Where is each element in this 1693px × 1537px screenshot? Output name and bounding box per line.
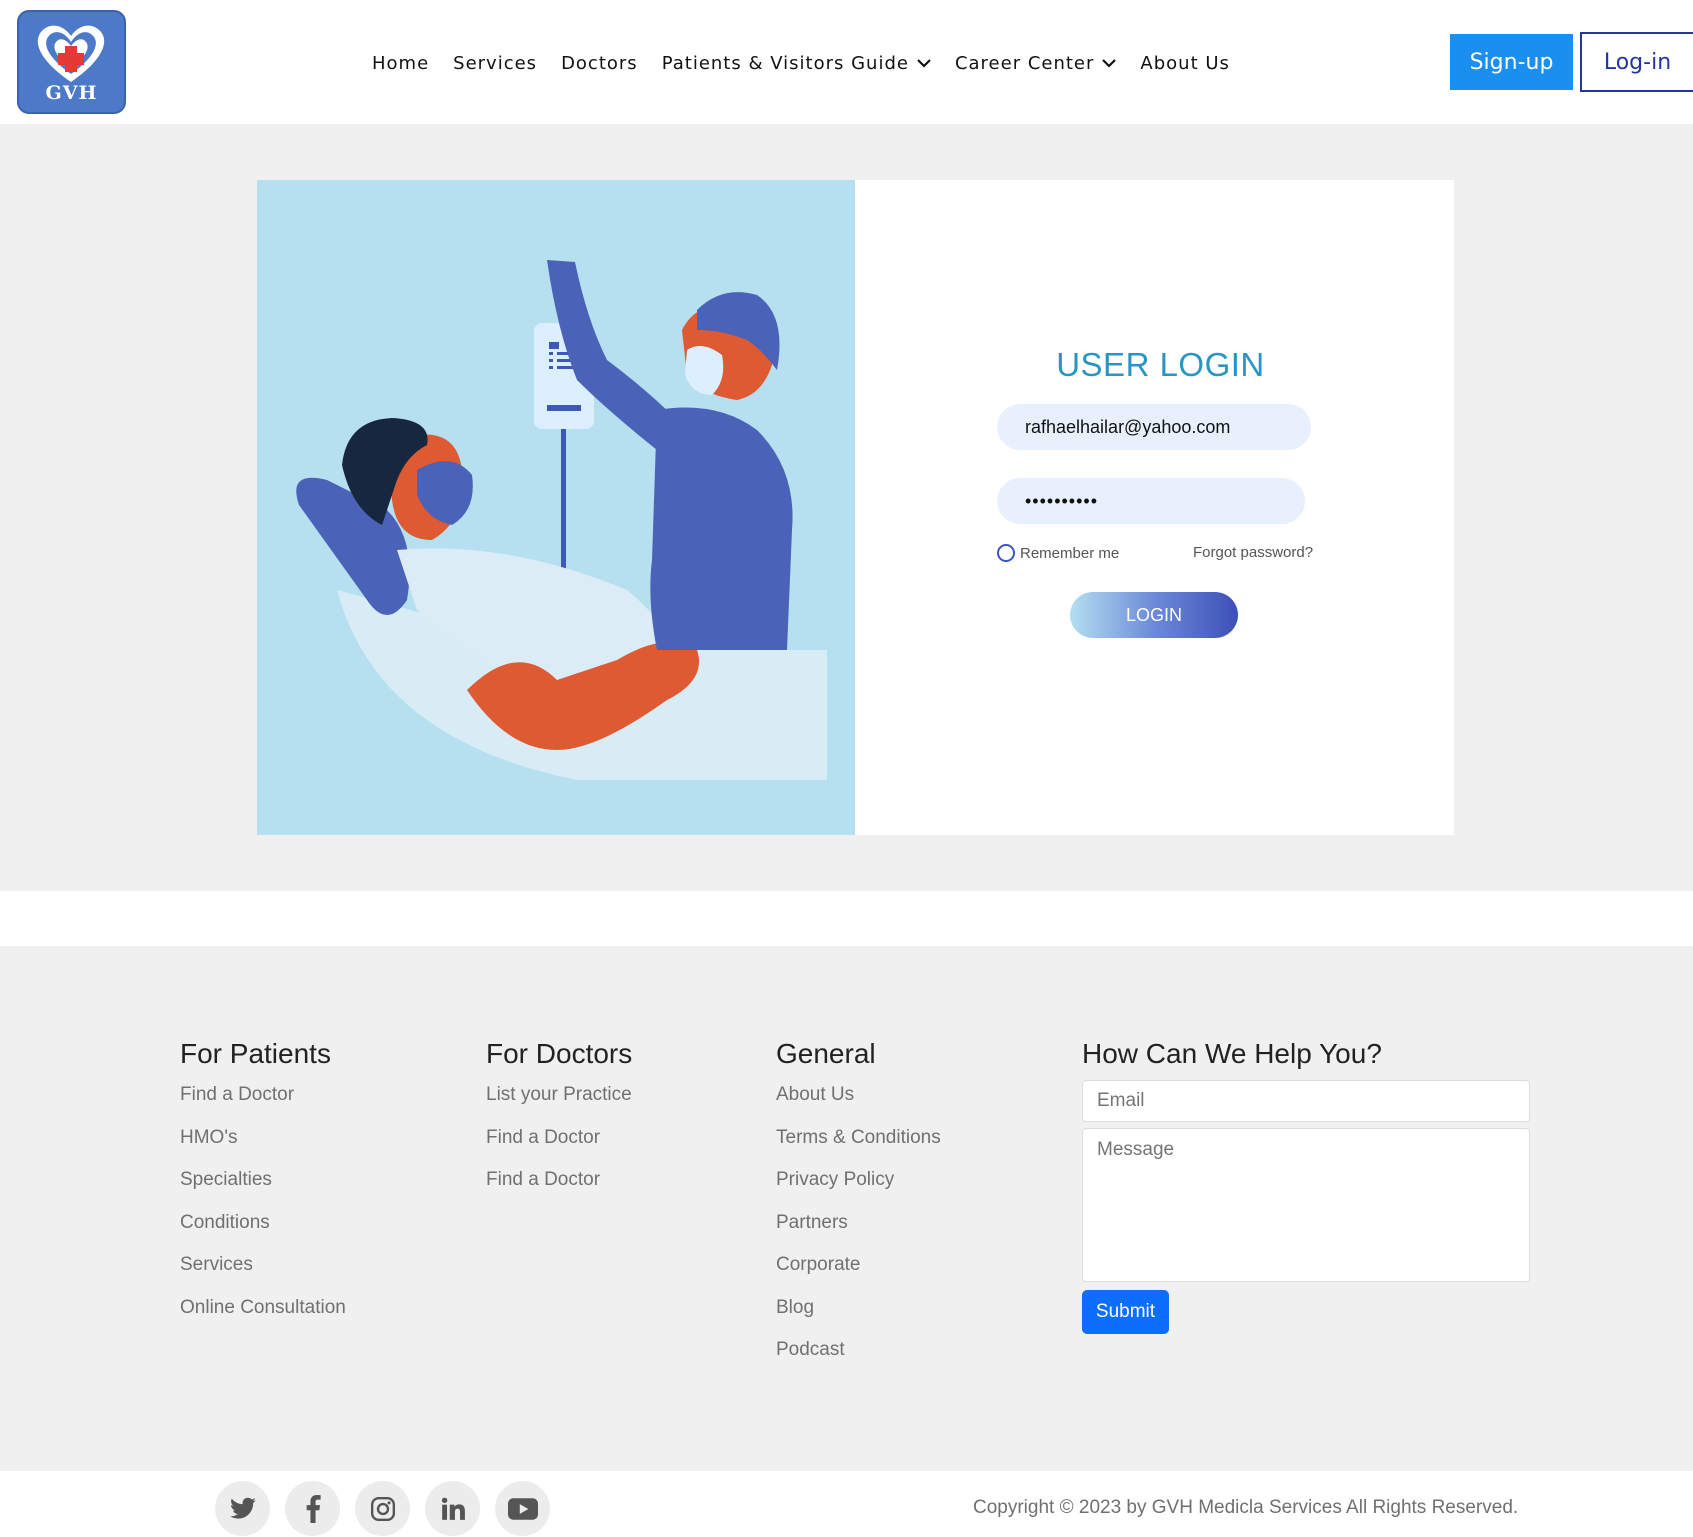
login-button[interactable]: LOGIN [1070,592,1238,638]
footer-link[interactable]: List your Practice [486,1084,632,1127]
nav-label: Home [372,52,430,74]
copyright-text: Copyright © 2023 by GVH Medicla Services… [973,1497,1519,1518]
footer-link[interactable]: Find a Doctor [180,1084,346,1127]
footer-general: General About Us Terms & Conditions Priv… [776,1038,941,1382]
footer-for-patients: For Patients Find a Doctor HMO's Special… [180,1038,346,1339]
nav-home[interactable]: Home [372,53,429,74]
footer-link[interactable]: Find a Doctor [486,1127,632,1170]
footer-link[interactable]: Partners [776,1212,941,1255]
footer-link[interactable]: About Us [776,1084,941,1127]
nav-label: Doctors [561,52,638,74]
nav-label: Services [453,52,538,74]
login-nav-button[interactable]: Log-in [1580,32,1693,92]
chevron-down-icon [917,59,931,68]
nav-label: Patients & Visitors Guide [661,52,909,74]
footer-link[interactable]: Find a Doctor [486,1169,632,1212]
footer-link[interactable]: Services [180,1254,346,1297]
doctor-patient-illustration [257,180,855,835]
site-header: GVH Home Services Doctors Patients & Vis… [0,0,1693,124]
remember-me-label: Remember me [1020,544,1120,562]
nav-career-center[interactable]: Career Center [954,52,1117,74]
footer-link[interactable]: HMO's [180,1127,346,1170]
footer-for-doctors: For Doctors List your Practice Find a Do… [486,1038,632,1212]
nav-doctors[interactable]: Doctors [561,53,638,74]
footer-link[interactable]: Terms & Conditions [776,1127,941,1170]
medical-illustration [296,260,827,780]
footer-link[interactable]: Online Consultation [180,1297,346,1340]
help-email-input[interactable] [1082,1080,1530,1122]
bottom-bar: Copyright © 2023 by GVH Medicla Services… [0,1471,1693,1537]
gvh-logo[interactable]: GVH [17,10,126,114]
footer-link[interactable]: Podcast [776,1339,941,1382]
login-title: USER LOGIN [1056,346,1265,383]
login-panel: USER LOGIN Remember me Forgot password? … [855,180,1454,835]
separator-band [0,891,1693,946]
remember-me-radio[interactable] [997,544,1015,562]
help-message-textarea[interactable] [1082,1128,1530,1282]
footer-link[interactable]: Conditions [180,1212,346,1255]
footer-column-title: General [776,1038,876,1069]
youtube-icon[interactable] [495,1481,550,1536]
nav-label: About Us [1140,52,1230,74]
nav-about-us[interactable]: About Us [1140,53,1230,74]
nav-label: Career Center [954,52,1095,74]
footer-link[interactable]: Corporate [776,1254,941,1297]
email-input[interactable] [997,404,1311,450]
twitter-icon[interactable] [215,1481,270,1536]
remember-me[interactable]: Remember me [997,544,1119,562]
logo-text: GVH [45,82,98,104]
nav-patients-visitors-guide[interactable]: Patients & Visitors Guide [662,53,931,74]
instagram-icon[interactable] [355,1481,410,1536]
nav-services[interactable]: Services [453,53,537,74]
help-form: How Can We Help You? Submit [1082,1038,1530,1334]
footer-link[interactable]: Privacy Policy [776,1169,941,1212]
footer-column-title: For Patients [180,1038,331,1069]
site-footer: For Patients Find a Doctor HMO's Special… [0,946,1693,1471]
chevron-down-icon [1102,59,1117,68]
facebook-icon[interactable] [285,1481,340,1536]
password-input[interactable] [997,478,1305,524]
forgot-password-link[interactable]: Forgot password? [1193,544,1313,561]
linkedin-icon[interactable] [425,1481,480,1536]
footer-link[interactable]: Blog [776,1297,941,1340]
main-section: USER LOGIN Remember me Forgot password? … [0,124,1693,891]
footer-column-title: For Doctors [486,1038,633,1069]
help-title: How Can We Help You? [1082,1038,1382,1069]
submit-button[interactable]: Submit [1082,1290,1169,1334]
footer-link[interactable]: Specialties [180,1169,346,1212]
signup-button[interactable]: Sign-up [1450,34,1573,90]
main-nav: Home Services Doctors Patients & Visitor… [372,48,1254,78]
